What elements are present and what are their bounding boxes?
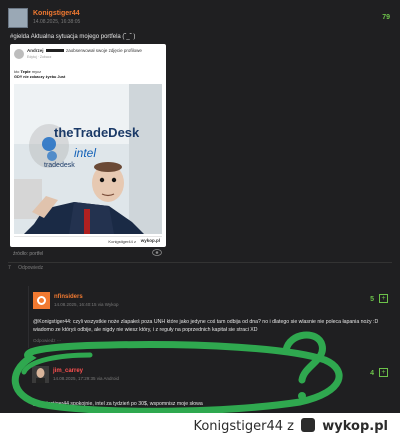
embed-footer-user: Konigstiger44 z bbox=[108, 239, 136, 244]
meme-sub-text: tradedesk bbox=[44, 162, 75, 169]
post-source: źródło: portfel bbox=[13, 251, 44, 257]
embed-footer: Konigstiger44 z wykop.pl bbox=[14, 236, 162, 245]
meme-brand-text: intel bbox=[74, 146, 96, 160]
comment-thread: Konigstiger44 14.08.2025, 16:38:05 79 #g… bbox=[0, 0, 400, 413]
upvote-button[interactable]: + bbox=[379, 294, 388, 303]
watermark-user: Konigstiger44 bbox=[193, 419, 284, 434]
reply-link[interactable]: Odpowiedz bbox=[18, 265, 43, 271]
embed-header: Andrzej zaobserwował swoje zdjęcie profi… bbox=[14, 47, 162, 64]
post-tag[interactable]: #gielda bbox=[10, 34, 29, 40]
comment-count[interactable]: 7 bbox=[8, 265, 11, 271]
reply-avatar[interactable] bbox=[32, 366, 49, 383]
embed-line1-bold: Teple bbox=[20, 69, 31, 74]
redaction-bar bbox=[45, 49, 64, 53]
embed-line2: GDY nie zobaczy żyebu Just bbox=[14, 75, 66, 79]
embed-line1-who: kto bbox=[14, 69, 20, 74]
meme-image: theTradeDesk intel tradedesk bbox=[14, 84, 162, 234]
post-body: Aktualna sytuacja mojego portfela (˘_˘ ) bbox=[30, 34, 136, 40]
reply-date: 14.08.2025, 17:29:35 via Android bbox=[53, 376, 120, 381]
wykop-logo-icon bbox=[301, 418, 316, 432]
post-text: #gielda Aktualna sytuacja mojego portfel… bbox=[10, 34, 135, 40]
post-actions: 7 Odpowiedz bbox=[8, 265, 49, 271]
meme-illustration: theTradeDesk intel tradedesk bbox=[14, 84, 162, 234]
reply-author[interactable]: jim_carrey bbox=[53, 368, 83, 374]
reply-avatar[interactable] bbox=[33, 292, 50, 309]
eye-icon[interactable] bbox=[152, 249, 162, 256]
author-avatar[interactable] bbox=[8, 8, 28, 28]
reply-text: @Konigstiger44 spokojnie, intel za tydzi… bbox=[32, 401, 203, 407]
reply-date: 14.08.2025, 16:40:15 via Wykop bbox=[54, 302, 119, 307]
embedded-screenshot[interactable]: Andrzej zaobserwował swoje zdjęcie profi… bbox=[10, 44, 166, 247]
watermark-text: Konigstiger44 z wykop.pl bbox=[193, 418, 388, 434]
reply-actions[interactable]: Odpowiedz ··· bbox=[33, 338, 61, 343]
embed-name: Andrzej bbox=[27, 48, 44, 53]
embed-line1: kto Teple mycz bbox=[14, 69, 41, 74]
upvote-button[interactable]: + bbox=[379, 368, 388, 377]
reply-votes: 4 bbox=[370, 370, 374, 377]
embed-footer-brand: wykop.pl bbox=[140, 238, 160, 243]
embed-avatar bbox=[14, 49, 24, 59]
embed-name-line: Andrzej zaobserwował swoje zdjęcie profi… bbox=[27, 48, 142, 53]
reply-author[interactable]: nfinsiders bbox=[54, 294, 83, 300]
post-votes[interactable]: 79 bbox=[382, 14, 390, 21]
watermark-brand: wykop.pl bbox=[322, 419, 388, 434]
watermark-bar: Konigstiger44 z wykop.pl bbox=[0, 413, 400, 437]
post-date: 14.08.2025, 16:38:05 bbox=[33, 19, 81, 25]
reply-text: @Konigstiger44: czyli wszystkie noże zla… bbox=[33, 319, 379, 333]
embed-line1-rest: mycz bbox=[31, 69, 42, 74]
embed-after-name: zaobserwował swoje zdjęcie profilowe bbox=[66, 48, 142, 53]
post-divider bbox=[8, 262, 392, 263]
reply-votes: 5 bbox=[370, 296, 374, 303]
reply-comment: jim_carrey 14.08.2025, 17:29:35 via Andr… bbox=[28, 360, 392, 412]
reply-comment: nfinsiders 14.08.2025, 16:40:15 via Wyko… bbox=[28, 286, 392, 348]
embed-sub: Edytuj · Zobacz bbox=[27, 55, 52, 59]
meme-logo-text: theTradeDesk bbox=[54, 125, 140, 140]
watermark-z: z bbox=[287, 419, 294, 434]
post-author[interactable]: Konigstiger44 bbox=[33, 10, 80, 17]
